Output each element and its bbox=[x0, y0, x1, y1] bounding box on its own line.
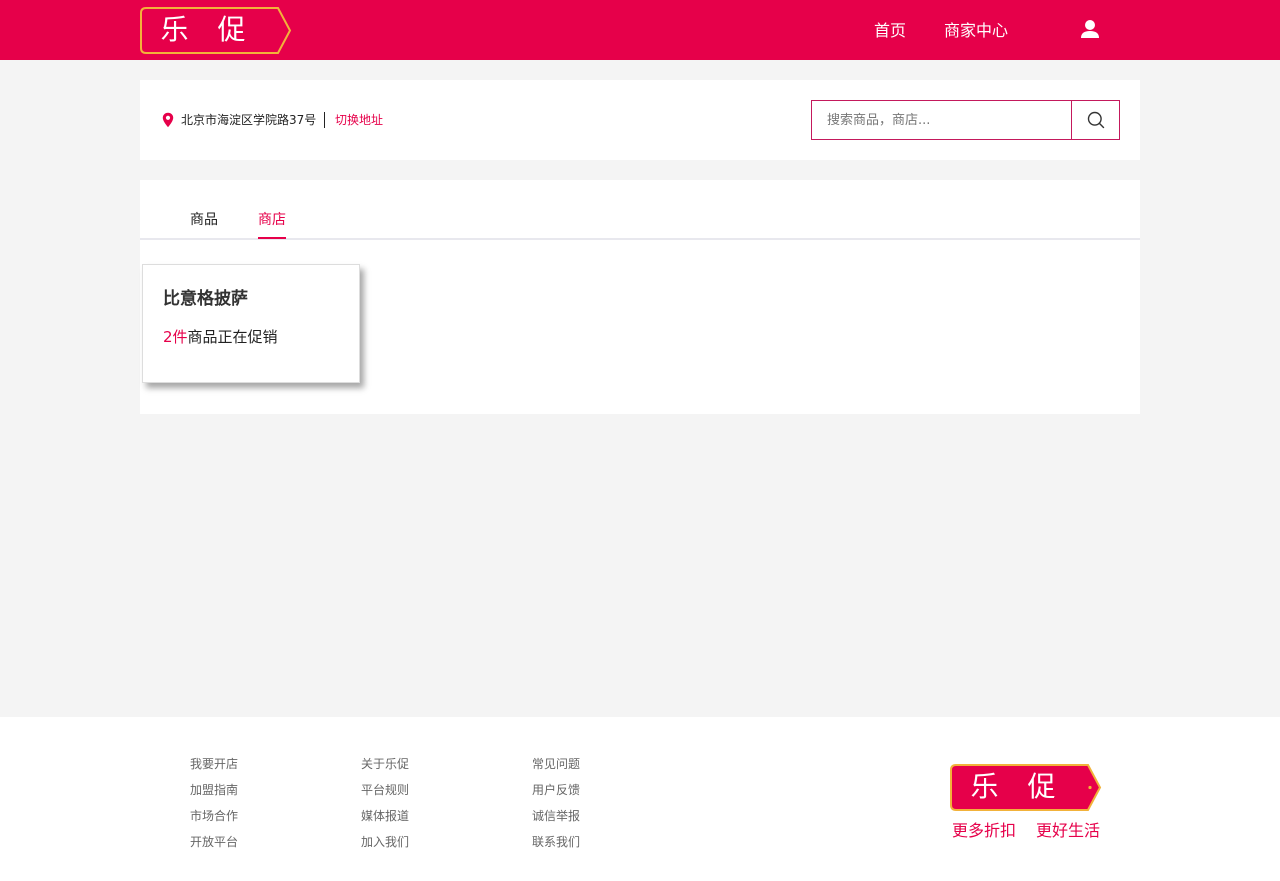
footer-slogan-2: 更好生活 bbox=[1036, 821, 1101, 840]
promo-text: 商品正在促销 bbox=[187, 328, 278, 346]
footer-link[interactable]: 市场合作 bbox=[190, 803, 238, 829]
footer-link[interactable]: 加入我们 bbox=[361, 829, 409, 855]
nav-home[interactable]: 首页 bbox=[874, 0, 906, 60]
store-card[interactable]: 比意格披萨 2件商品正在促销 bbox=[142, 264, 360, 383]
active-tab-indicator bbox=[258, 237, 286, 239]
footer-link[interactable]: 媒体报道 bbox=[361, 803, 409, 829]
address-divider bbox=[324, 112, 325, 128]
logo-text: 乐 促 bbox=[160, 13, 256, 46]
nav-merchant-center[interactable]: 商家中心 bbox=[944, 0, 1008, 60]
tab-shops[interactable]: 商店 bbox=[258, 210, 286, 230]
result-tabs: 商品 商店 bbox=[140, 180, 1140, 240]
current-address: 北京市海淀区学院路37号 bbox=[181, 113, 317, 127]
user-icon[interactable] bbox=[1079, 19, 1101, 41]
search-button[interactable] bbox=[1071, 101, 1119, 139]
tab-goods[interactable]: 商品 bbox=[190, 210, 218, 230]
search-box bbox=[811, 100, 1120, 140]
footer-link[interactable]: 用户反馈 bbox=[532, 777, 580, 803]
map-pin-icon bbox=[162, 112, 174, 128]
footer-column-2: 关于乐促 平台规则 媒体报道 加入我们 bbox=[361, 751, 409, 855]
top-navbar: 乐 促 首页 商家中心 bbox=[0, 0, 1280, 60]
footer-link[interactable]: 平台规则 bbox=[361, 777, 409, 803]
footer-link[interactable]: 开放平台 bbox=[190, 829, 238, 855]
footer-link[interactable]: 关于乐促 bbox=[361, 751, 409, 777]
footer-link[interactable]: 联系我们 bbox=[532, 829, 580, 855]
footer-link[interactable]: 常见问题 bbox=[532, 751, 580, 777]
footer-link[interactable]: 我要开店 bbox=[190, 751, 238, 777]
footer-link[interactable]: 加盟指南 bbox=[190, 777, 238, 803]
footer-link[interactable]: 诚信举报 bbox=[532, 803, 580, 829]
location-search-bar: 北京市海淀区学院路37号 切换地址 bbox=[140, 80, 1140, 160]
footer-logo: 乐 促 bbox=[950, 764, 1102, 811]
search-input[interactable] bbox=[812, 101, 1071, 139]
promo-count: 2件 bbox=[163, 328, 188, 346]
footer-slogan-1: 更多折扣 bbox=[952, 821, 1017, 840]
search-icon bbox=[1087, 111, 1104, 129]
store-promo-info: 2件商品正在促销 bbox=[163, 327, 278, 347]
switch-address-link[interactable]: 切换地址 bbox=[335, 111, 383, 129]
search-results-panel: 商品 商店 比意格披萨 2件商品正在促销 bbox=[140, 180, 1140, 414]
footer: 我要开店 加盟指南 市场合作 开放平台 关于乐促 平台规则 媒体报道 加入我们 … bbox=[0, 717, 1280, 881]
store-name: 比意格披萨 bbox=[163, 289, 248, 309]
footer-logo-text: 乐 促 bbox=[970, 770, 1066, 803]
footer-column-1: 我要开店 加盟指南 市场合作 开放平台 bbox=[190, 751, 238, 855]
footer-column-3: 常见问题 用户反馈 诚信举报 联系我们 bbox=[532, 751, 580, 855]
logo[interactable]: 乐 促 bbox=[140, 7, 292, 54]
